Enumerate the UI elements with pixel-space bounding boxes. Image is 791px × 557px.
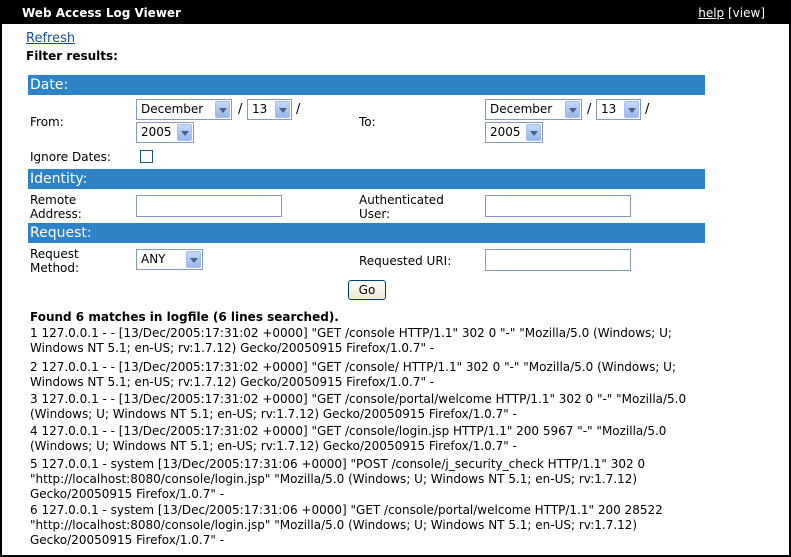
authenticated-user-label-line1: Authenticated [359, 193, 444, 207]
log-line: 1 127.0.0.1 - - [13/Dec/2005:17:31:02 +0… [30, 326, 672, 340]
log-line: "http://localhost:8080/console/login.jsp… [30, 472, 638, 486]
request-section-header: Request: [28, 223, 705, 243]
date-separator: / [238, 102, 243, 117]
requested-uri-label: Requested URI: [359, 254, 452, 268]
chevron-down-icon [275, 101, 290, 118]
date-separator: / [645, 102, 650, 117]
remote-address-label-line2: Address: [30, 207, 82, 221]
ignore-dates-checkbox[interactable] [140, 150, 153, 163]
to-month-select[interactable]: December [485, 99, 582, 120]
log-entry: 3 127.0.0.1 - - [13/Dec/2005:17:31:02 +0… [30, 392, 730, 422]
log-line: "http://localhost:8080/console/login.jsp… [30, 518, 638, 532]
chevron-down-icon [177, 124, 192, 141]
log-entry: 5 127.0.0.1 - system [13/Dec/2005:17:31:… [30, 457, 730, 502]
help-link[interactable]: help [698, 6, 724, 20]
log-entry: 1 127.0.0.1 - - [13/Dec/2005:17:31:02 +0… [30, 326, 730, 356]
chevron-down-icon [186, 251, 201, 268]
from-day-value: 13 [252, 102, 268, 116]
from-year-value: 2005 [141, 125, 172, 139]
from-month-select[interactable]: December [136, 99, 232, 120]
log-line: 6 127.0.0.1 - system [13/Dec/2005:17:31:… [30, 503, 663, 517]
log-line: 2 127.0.0.1 - - [13/Dec/2005:17:31:02 +0… [30, 360, 677, 374]
log-line: Windows NT 5.1; en-US; rv:1.7.12) Gecko/… [30, 341, 435, 355]
to-month-value: December [490, 102, 553, 116]
to-day-select[interactable]: 13 [596, 99, 641, 120]
chevron-down-icon [215, 101, 230, 118]
request-method-label-line2: Method: [30, 261, 80, 275]
remote-address-label-line1: Remote [30, 193, 77, 207]
identity-section-header: Identity: [28, 169, 705, 189]
log-line: Gecko/20050915 Firefox/1.0.7" - [30, 487, 225, 501]
log-entry: 4 127.0.0.1 - - [13/Dec/2005:17:31:02 +0… [30, 424, 730, 454]
log-line: (Windows; U; Windows NT 5.1; en-US; rv:1… [30, 439, 517, 453]
date-separator: / [296, 102, 301, 117]
go-button[interactable]: Go [348, 280, 386, 300]
log-entry: 6 127.0.0.1 - system [13/Dec/2005:17:31:… [30, 503, 730, 548]
request-method-label-line1: Request [30, 247, 79, 261]
window-title: Web Access Log Viewer [22, 6, 181, 20]
remote-address-input[interactable] [136, 195, 282, 217]
log-line: 4 127.0.0.1 - - [13/Dec/2005:17:31:02 +0… [30, 424, 667, 438]
authenticated-user-label-line2: User: [359, 207, 391, 221]
from-year-select[interactable]: 2005 [136, 122, 194, 143]
log-viewer-window: Web Access Log Viewer help [view] Refres… [0, 0, 791, 557]
to-day-value: 13 [601, 102, 617, 116]
log-entry: 2 127.0.0.1 - - [13/Dec/2005:17:31:02 +0… [30, 360, 730, 390]
date-section-header: Date: [28, 75, 705, 95]
date-separator: / [587, 102, 592, 117]
log-line: 3 127.0.0.1 - - [13/Dec/2005:17:31:02 +0… [30, 392, 687, 406]
log-line: Gecko/20050915 Firefox/1.0.7" - [30, 533, 225, 547]
refresh-link[interactable]: Refresh [26, 31, 75, 46]
title-bar: Web Access Log Viewer help [view] [2, 2, 789, 24]
to-year-value: 2005 [490, 125, 521, 139]
to-year-select[interactable]: 2005 [485, 122, 543, 143]
authenticated-user-input[interactable] [485, 195, 631, 217]
from-month-value: December [141, 102, 204, 116]
from-label: From: [30, 115, 64, 129]
log-line: 5 127.0.0.1 - system [13/Dec/2005:17:31:… [30, 457, 646, 471]
results-summary: Found 6 matches in logfile (6 lines sear… [30, 310, 339, 324]
request-method-value: ANY [141, 252, 166, 266]
ignore-dates-label: Ignore Dates: [30, 150, 111, 164]
filter-results-label: Filter results: [26, 49, 118, 63]
from-day-select[interactable]: 13 [247, 99, 292, 120]
requested-uri-input[interactable] [485, 249, 631, 271]
chevron-down-icon [624, 101, 639, 118]
view-link[interactable]: [view] [728, 6, 765, 20]
log-line: (Windows; U; Windows NT 5.1; en-US; rv:1… [30, 407, 517, 421]
to-label: To: [359, 115, 376, 129]
request-method-select[interactable]: ANY [136, 249, 203, 270]
chevron-down-icon [526, 124, 541, 141]
log-line: Windows NT 5.1; en-US; rv:1.7.12) Gecko/… [30, 375, 435, 389]
chevron-down-icon [565, 101, 580, 118]
title-links: help [view] [698, 6, 765, 20]
